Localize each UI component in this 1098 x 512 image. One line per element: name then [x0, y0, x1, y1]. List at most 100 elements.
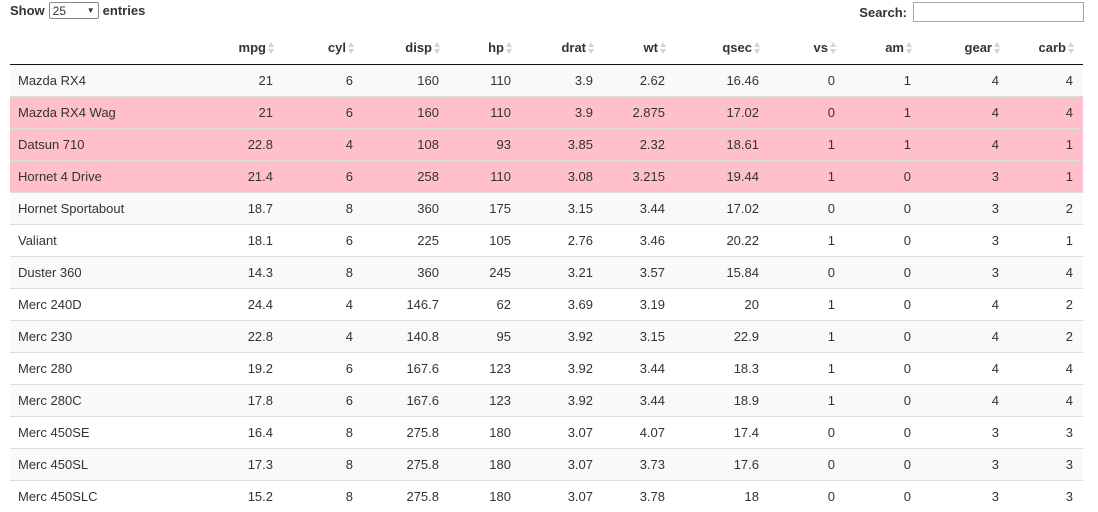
table-cell-disp: 275.8 [363, 480, 449, 512]
table-cell-vs: 1 [769, 224, 845, 257]
table-cell-am: 0 [845, 160, 921, 193]
table-cell-carb: 1 [1009, 224, 1083, 257]
table-row[interactable]: Mazda RX4 Wag 21 6 160 110 3.9 2.875 17.02 0 1 4 4 [10, 96, 1083, 129]
table-cell-carb: 4 [1009, 256, 1083, 289]
row-name-cell: Merc 230 [10, 320, 160, 353]
table-row[interactable]: Merc 280 19.2 6 167.6 123 3.92 3.44 18.3 1 0 4 4 [10, 352, 1083, 385]
table-cell-drat: 3.9 [521, 96, 603, 129]
column-header-gear[interactable]: gear [921, 30, 1009, 65]
table-cell-cyl: 6 [283, 160, 363, 193]
column-header-qsec[interactable]: qsec [675, 30, 769, 65]
column-header-carb[interactable]: carb [1009, 30, 1083, 65]
column-header-mpg[interactable]: mpg [160, 30, 283, 65]
table-cell-vs: 0 [769, 480, 845, 512]
table-cell-drat: 3.07 [521, 416, 603, 449]
table-row[interactable]: Mazda RX4 21 6 160 110 3.9 2.62 16.46 0 1 4 4 [10, 64, 1083, 97]
table-header-row: mpg cyl disp hp drat wt qsec vs am gear carb [10, 30, 1083, 65]
table-cell-hp: 175 [449, 192, 521, 225]
table-row[interactable]: Duster 360 14.3 8 360 245 3.21 3.57 15.84 0 0 3 4 [10, 256, 1083, 289]
table-cell-cyl: 6 [283, 384, 363, 417]
table-row[interactable]: Valiant 18.1 6 225 105 2.76 3.46 20.22 1 0 3 1 [10, 224, 1083, 257]
table-cell-disp: 160 [363, 96, 449, 129]
table-cell-am: 0 [845, 448, 921, 481]
table-cell-mpg: 15.2 [160, 480, 283, 512]
table-row[interactable]: Hornet 4 Drive 21.4 6 258 110 3.08 3.215 19.44 1… [10, 160, 1083, 193]
table-cell-gear: 4 [921, 288, 1009, 321]
table-cell-mpg: 21 [160, 64, 283, 97]
table-cell-mpg: 22.8 [160, 320, 283, 353]
table-cell-drat: 3.07 [521, 480, 603, 512]
table-cell-hp: 123 [449, 384, 521, 417]
table-cell-drat: 3.15 [521, 192, 603, 225]
table-row[interactable]: Merc 450SL 17.3 8 275.8 180 3.07 3.73 17.6 0 0 3 3 [10, 448, 1083, 481]
table-cell-wt: 3.15 [603, 320, 675, 353]
table-cell-wt: 3.44 [603, 384, 675, 417]
data-table: mpg cyl disp hp drat wt qsec vs am gear carb Mazda… [10, 30, 1083, 512]
table-cell-gear: 3 [921, 256, 1009, 289]
table-cell-vs: 0 [769, 192, 845, 225]
table-cell-hp: 110 [449, 160, 521, 193]
table-row[interactable]: Merc 450SLC 15.2 8 275.8 180 3.07 3.78 18 0 0 3 3 [10, 480, 1083, 512]
table-cell-disp: 146.7 [363, 288, 449, 321]
table-cell-disp: 275.8 [363, 416, 449, 449]
table-cell-gear: 3 [921, 416, 1009, 449]
entries-select[interactable]: 25 ▼ [48, 2, 99, 19]
table-cell-vs: 1 [769, 288, 845, 321]
table-row[interactable]: Hornet Sportabout 18.7 8 360 175 3.15 3.44 17.0… [10, 192, 1083, 225]
table-row[interactable]: Datsun 710 22.8 4 108 93 3.85 2.32 18.61 1 1 4 1 [10, 128, 1083, 161]
table-cell-mpg: 21.4 [160, 160, 283, 193]
table-row[interactable]: Merc 280C 17.8 6 167.6 123 3.92 3.44 18.9 1 0 4 4 [10, 384, 1083, 417]
table-cell-carb: 4 [1009, 352, 1083, 385]
table-cell-drat: 3.9 [521, 64, 603, 97]
table-cell-am: 0 [845, 192, 921, 225]
table-row[interactable]: Merc 240D 24.4 4 146.7 62 3.69 3.19 20 1 0 4 2 [10, 288, 1083, 321]
table-cell-qsec: 15.84 [675, 256, 769, 289]
table-cell-hp: 245 [449, 256, 521, 289]
table-cell-wt: 2.62 [603, 64, 675, 97]
table-cell-carb: 3 [1009, 416, 1083, 449]
sort-icon [434, 42, 441, 55]
show-label: Show [10, 3, 45, 18]
table-row[interactable]: Merc 450SE 16.4 8 275.8 180 3.07 4.07 17.4 0 0 3 3 [10, 416, 1083, 449]
column-header-hp[interactable]: hp [449, 30, 521, 65]
row-name-cell: Mazda RX4 [10, 64, 160, 97]
table-cell-am: 1 [845, 64, 921, 97]
row-name-cell: Duster 360 [10, 256, 160, 289]
sort-icon [588, 42, 595, 55]
sort-icon [348, 42, 355, 55]
table-cell-mpg: 16.4 [160, 416, 283, 449]
column-header-am[interactable]: am [845, 30, 921, 65]
column-header-disp[interactable]: disp [363, 30, 449, 65]
table-cell-carb: 2 [1009, 192, 1083, 225]
table-cell-gear: 3 [921, 448, 1009, 481]
table-cell-cyl: 4 [283, 320, 363, 353]
table-cell-carb: 1 [1009, 128, 1083, 161]
sort-icon [1068, 42, 1075, 55]
table-cell-am: 1 [845, 96, 921, 129]
table-cell-qsec: 19.44 [675, 160, 769, 193]
table-cell-disp: 258 [363, 160, 449, 193]
column-header-drat[interactable]: drat [521, 30, 603, 65]
entries-label: entries [102, 3, 146, 18]
table-cell-qsec: 16.46 [675, 64, 769, 97]
search-input[interactable] [913, 2, 1084, 22]
table-cell-am: 0 [845, 224, 921, 257]
column-header-wt[interactable]: wt [603, 30, 675, 65]
search-label: Search: [859, 4, 907, 20]
table-cell-gear: 3 [921, 480, 1009, 512]
table-controls: Show 25 ▼ entries Search: [0, 0, 1098, 30]
table-cell-cyl: 6 [283, 224, 363, 257]
table-cell-wt: 3.46 [603, 224, 675, 257]
table-cell-am: 0 [845, 256, 921, 289]
table-cell-am: 0 [845, 480, 921, 512]
column-header-cyl[interactable]: cyl [283, 30, 363, 65]
table-cell-gear: 4 [921, 128, 1009, 161]
chevron-down-icon: ▼ [86, 6, 95, 15]
table-cell-qsec: 17.02 [675, 192, 769, 225]
sort-icon [994, 42, 1001, 55]
table-cell-mpg: 18.1 [160, 224, 283, 257]
column-header-label: mpg [238, 39, 266, 55]
table-cell-gear: 4 [921, 320, 1009, 353]
table-row[interactable]: Merc 230 22.8 4 140.8 95 3.92 3.15 22.9 1 0 4 2 [10, 320, 1083, 353]
column-header-vs[interactable]: vs [769, 30, 845, 65]
